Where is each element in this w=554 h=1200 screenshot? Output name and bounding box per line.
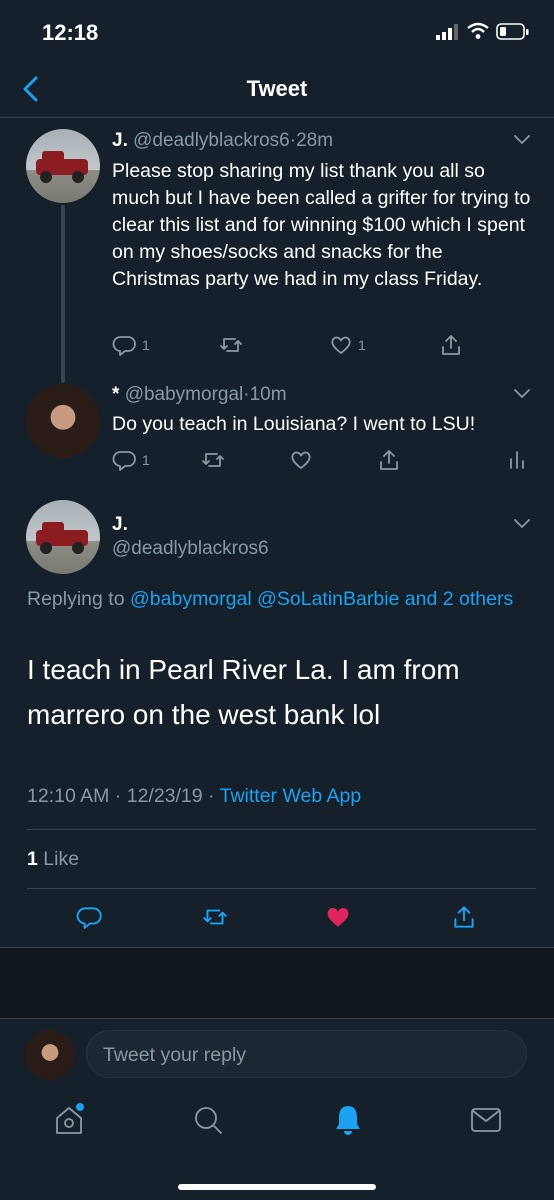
home-icon: [56, 1103, 84, 1134]
replying-to: Replying to @babymorgal @SoLatinBarbie a…: [27, 584, 517, 614]
search-icon: [195, 1107, 222, 1134]
reply-button[interactable]: 1: [112, 447, 150, 473]
author-handle[interactable]: @deadlyblackros6: [112, 538, 269, 560]
replying-to-link[interactable]: @babymorgal @SoLatinBarbie and 2 others: [130, 588, 513, 610]
avatar[interactable]: [26, 129, 100, 203]
share-icon: [380, 450, 398, 470]
retweet-button[interactable]: [218, 332, 244, 358]
reply-button[interactable]: [76, 903, 104, 931]
reply-count: 1: [142, 337, 150, 353]
status-bar: 12:18: [0, 0, 554, 60]
main-tweet-text: I teach in Pearl River La. I am from mar…: [27, 654, 460, 730]
heart-icon: [331, 336, 351, 354]
tweet-header: * @babymorgal·10m: [112, 384, 287, 406]
timestamp-text: 12:10 AM · 12/23/19 ·: [27, 785, 220, 807]
reply-placeholder: Tweet your reply: [103, 1044, 247, 1066]
stats-divider-top: [27, 829, 536, 830]
retweet-icon: [203, 909, 227, 925]
chevron-down-icon[interactable]: [512, 386, 532, 400]
author-name[interactable]: J.: [112, 130, 128, 151]
author-handle[interactable]: @deadlyblackros6: [133, 130, 290, 151]
signal-icon: [436, 24, 460, 40]
heart-filled-icon: [327, 908, 349, 927]
retweet-button[interactable]: [201, 903, 229, 931]
like-stats[interactable]: 1 Like: [27, 848, 79, 871]
tweet-2[interactable]: * @babymorgal·10m Do you teach in Louisi…: [0, 380, 554, 480]
tweet-time: 10m: [249, 384, 287, 405]
share-icon: [454, 906, 474, 928]
home-tab[interactable]: [52, 1102, 86, 1138]
notifications-tab[interactable]: [332, 1103, 364, 1137]
tweet-1[interactable]: J. @deadlyblackros6·28m Please stop shar…: [0, 118, 554, 380]
analytics-icon: [510, 451, 524, 469]
home-indicator: [178, 1184, 376, 1190]
replying-prefix: Replying to: [27, 588, 125, 610]
retweet-icon: [220, 338, 242, 352]
tweet-time: 28m: [296, 130, 334, 151]
like-count: 1: [358, 337, 366, 353]
reply-button[interactable]: 1: [112, 332, 150, 358]
like-button[interactable]: [288, 447, 314, 473]
wifi-icon: [467, 22, 489, 40]
avatar[interactable]: [26, 500, 100, 574]
author-name[interactable]: *: [112, 384, 119, 405]
section-separator: [0, 947, 554, 1019]
reply-count: 1: [142, 452, 150, 468]
like-button[interactable]: 1: [328, 332, 366, 358]
mail-icon: [471, 1108, 501, 1132]
retweet-icon: [202, 453, 224, 467]
search-tab[interactable]: [192, 1104, 224, 1136]
like-stat-label: Like: [43, 848, 80, 870]
share-icon: [442, 335, 460, 355]
user-avatar[interactable]: [25, 1030, 75, 1080]
tweet-text: Please stop sharing my list thank you al…: [112, 160, 531, 290]
reply-icon: [76, 907, 102, 929]
share-button[interactable]: [438, 332, 464, 358]
stats-divider-bottom: [27, 888, 536, 889]
battery-icon: [496, 23, 530, 41]
like-stat-count: 1: [27, 848, 38, 870]
author-handle[interactable]: @babymorgal: [125, 384, 244, 405]
chevron-down-icon[interactable]: [512, 516, 532, 530]
reply-icon: [112, 336, 136, 356]
messages-tab[interactable]: [470, 1106, 502, 1134]
chevron-down-icon[interactable]: [512, 132, 532, 146]
header: Tweet: [0, 60, 554, 117]
retweet-button[interactable]: [200, 447, 226, 473]
tweet-text: Do you teach in Louisiana? I went to LSU…: [112, 413, 476, 435]
author-name[interactable]: J.: [112, 514, 128, 536]
tweet-header: J. @deadlyblackros6·28m: [112, 130, 333, 152]
page-title: Tweet: [246, 76, 308, 101]
bell-icon: [336, 1106, 360, 1135]
heart-icon: [291, 451, 311, 469]
bottom-nav: [0, 1090, 554, 1200]
like-button[interactable]: [324, 903, 352, 931]
reply-icon: [112, 451, 136, 471]
share-button[interactable]: [450, 903, 478, 931]
analytics-button[interactable]: [504, 447, 530, 473]
status-time: 12:18: [42, 20, 99, 45]
main-tweet: J. @deadlyblackros6 Replying to @babymor…: [0, 496, 554, 948]
reply-input[interactable]: Tweet your reply: [86, 1030, 527, 1078]
share-button[interactable]: [376, 447, 402, 473]
compose-bar: Tweet your reply: [0, 1020, 554, 1090]
source-link[interactable]: Twitter Web App: [220, 785, 362, 807]
tweet-timestamp: 12:10 AM · 12/23/19 · Twitter Web App: [27, 785, 361, 808]
avatar[interactable]: [26, 384, 100, 458]
